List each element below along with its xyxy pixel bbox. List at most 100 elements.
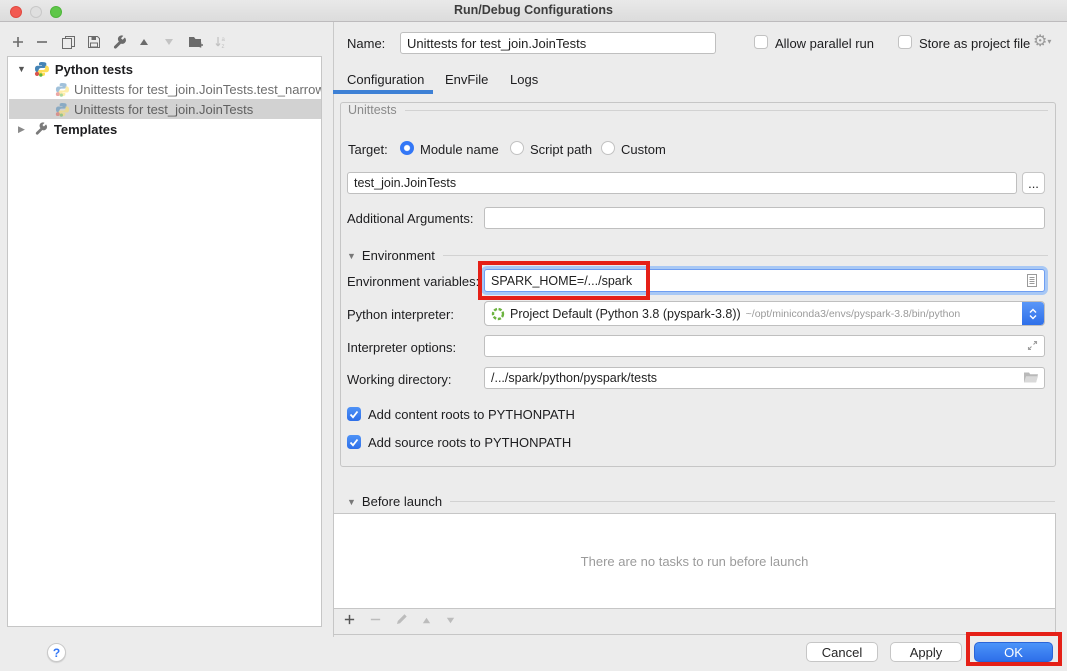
store-as-project-file-label: Store as project file (919, 36, 1030, 51)
separator-line (405, 110, 1048, 111)
run-debug-configurations-dialog: Run/Debug Configurations az ▼ (0, 0, 1067, 671)
remove-icon (369, 613, 382, 626)
name-input[interactable] (400, 32, 716, 54)
zoom-window-button[interactable] (50, 6, 62, 18)
minimize-window-button[interactable] (30, 6, 42, 18)
edit-templates-button[interactable] (110, 33, 128, 51)
environment-variables-input[interactable] (484, 269, 1045, 292)
radio-script-path[interactable] (510, 141, 524, 155)
collapse-triangle-icon[interactable]: ▼ (347, 497, 356, 507)
target-module-input[interactable] (347, 172, 1017, 194)
add-source-roots-checkbox[interactable] (347, 435, 361, 449)
collapse-triangle-icon[interactable]: ▼ (347, 251, 356, 261)
sort-alpha-icon: az (214, 35, 228, 49)
expand-field-icon[interactable] (1026, 339, 1039, 357)
python-test-config-icon (55, 82, 70, 97)
target-label: Target: (348, 142, 388, 157)
interpreter-options-input[interactable] (484, 335, 1045, 357)
new-folder-icon (188, 35, 204, 49)
edit-defaults-wrench-icon (112, 35, 127, 50)
folder-browse-icon[interactable] (1023, 371, 1039, 389)
help-button[interactable]: ? (47, 643, 66, 662)
apply-button[interactable]: Apply (890, 642, 962, 662)
additional-arguments-label: Additional Arguments: (347, 211, 473, 226)
remove-task-button[interactable] (369, 613, 382, 631)
allow-parallel-run-label: Allow parallel run (775, 36, 874, 51)
combo-stepper-button[interactable] (1022, 302, 1044, 325)
name-label: Name: (347, 36, 385, 51)
create-folder-button[interactable] (187, 33, 205, 51)
before-launch-label: Before launch (362, 494, 442, 509)
interpreter-value: Project Default (Python 3.8 (pyspark-3.8… (510, 307, 741, 321)
radio-script-path-label: Script path (530, 142, 592, 157)
unittests-group-header: Unittests (348, 103, 1048, 117)
separator-line (450, 501, 1055, 502)
remove-configuration-button[interactable] (33, 33, 51, 51)
add-source-roots-label: Add source roots to PYTHONPATH (368, 435, 571, 450)
store-as-project-file-checkbox[interactable] (898, 35, 912, 49)
sort-configurations-button[interactable]: az (212, 33, 230, 51)
tab-configuration[interactable]: Configuration (347, 72, 424, 87)
ok-button[interactable]: OK (974, 642, 1053, 662)
environment-variables-label: Environment variables: (347, 274, 479, 289)
save-icon (87, 35, 101, 49)
edit-task-button[interactable] (395, 613, 408, 631)
tab-logs[interactable]: Logs (510, 72, 538, 87)
environment-section-label: Environment (362, 248, 435, 263)
collapse-triangle-icon[interactable]: ▼ (17, 64, 26, 74)
interpreter-path: ~/opt/miniconda3/envs/pyspark-3.8/bin/py… (746, 308, 961, 320)
move-down-icon (163, 36, 175, 48)
move-up-icon (138, 36, 150, 48)
add-content-roots-label: Add content roots to PYTHONPATH (368, 407, 575, 422)
cancel-button[interactable]: Cancel (806, 642, 878, 662)
python-test-config-icon (55, 102, 70, 117)
move-task-down-button[interactable] (445, 613, 456, 631)
help-question-icon: ? (53, 646, 60, 660)
move-task-up-button[interactable] (421, 613, 432, 631)
window-title: Run/Debug Configurations (0, 0, 1067, 21)
add-content-roots-checkbox[interactable] (347, 407, 361, 421)
working-directory-input[interactable] (484, 367, 1045, 389)
copy-icon (61, 35, 76, 50)
allow-parallel-run-checkbox[interactable] (754, 35, 768, 49)
radio-module-name-label: Module name (420, 142, 499, 157)
tree-item-templates[interactable]: ▶ Templates (9, 119, 321, 139)
configurations-tree: ▼ Python tests Unittests for test_join.J… (7, 56, 322, 627)
tree-item-label: Templates (54, 122, 117, 137)
gear-icon[interactable]: ⚙▾ (1033, 31, 1051, 51)
working-directory-label: Working directory: (347, 372, 452, 387)
add-configuration-button[interactable] (9, 33, 27, 51)
tree-item-python-tests[interactable]: ▼ Python tests (9, 59, 321, 79)
browse-module-button[interactable]: ... (1022, 172, 1045, 194)
browse-env-variables-icon[interactable] (1026, 273, 1038, 293)
chevron-up-down-icon (1028, 307, 1038, 321)
tree-item-unittests-narrow[interactable]: Unittests for test_join.JoinTests.test_n… (9, 79, 321, 99)
add-icon (11, 35, 25, 49)
svg-text:z: z (222, 44, 225, 49)
add-icon (343, 613, 356, 626)
interpreter-options-label: Interpreter options: (347, 340, 456, 355)
move-down-button[interactable] (160, 33, 178, 51)
python-interpreter-label: Python interpreter: (347, 307, 454, 322)
titlebar: Run/Debug Configurations (0, 0, 1067, 22)
save-configuration-button[interactable] (85, 33, 103, 51)
additional-arguments-input[interactable] (484, 207, 1045, 229)
tab-envfile[interactable]: EnvFile (445, 72, 488, 87)
before-launch-task-list[interactable]: There are no tasks to run before launch (334, 514, 1055, 608)
python-interpreter-combobox[interactable]: Project Default (Python 3.8 (pyspark-3.8… (484, 301, 1045, 326)
move-up-button[interactable] (135, 33, 153, 51)
tree-item-unittests-jointests-selected[interactable]: Unittests for test_join.JoinTests (9, 99, 321, 119)
copy-configuration-button[interactable] (59, 33, 77, 51)
radio-custom[interactable] (601, 141, 615, 155)
close-window-button[interactable] (10, 6, 22, 18)
before-launch-header[interactable]: ▼ Before launch (347, 494, 1055, 509)
tree-item-label: Unittests for test_join.JoinTests (74, 102, 253, 117)
templates-wrench-icon (34, 122, 48, 136)
separator-line (443, 255, 1048, 256)
environment-section-header[interactable]: ▼ Environment (347, 248, 1048, 263)
add-task-button[interactable] (343, 613, 356, 631)
expand-triangle-icon[interactable]: ▶ (18, 124, 25, 135)
python-tests-icon (34, 61, 50, 77)
move-down-icon (445, 615, 456, 626)
radio-module-name[interactable] (400, 141, 414, 155)
